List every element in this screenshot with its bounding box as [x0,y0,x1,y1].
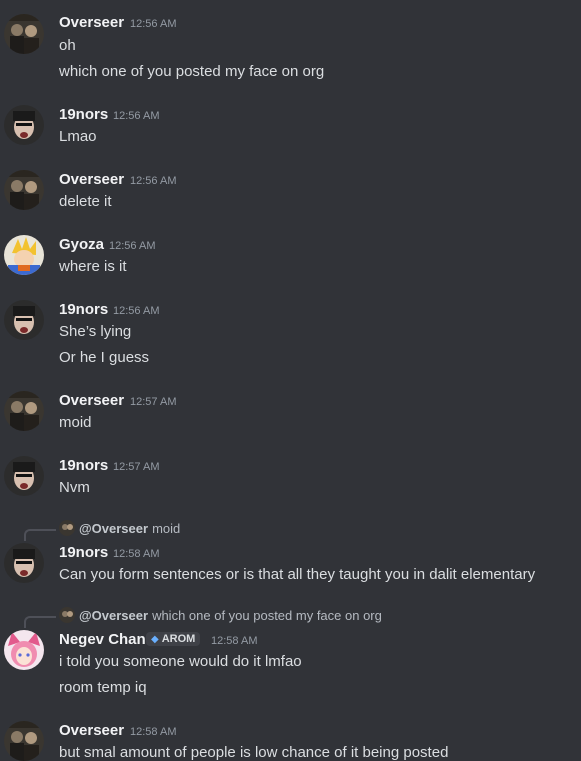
timestamp: 12:58 AM [113,548,160,560]
timestamp: 12:58 AM [211,635,258,647]
message-text: but smal amount of people is low chance … [59,744,449,761]
reply-avatar [59,520,75,536]
server-tag-badge[interactable]: ◆ AROM [146,632,201,646]
avatar-overseer[interactable] [4,170,44,210]
reply-preview[interactable]: @Overseer which one of you posted my fac… [59,607,382,623]
author-name[interactable]: 19nors [59,457,108,474]
timestamp: 12:56 AM [113,305,160,317]
timestamp: 12:56 AM [130,175,177,187]
reply-connector [24,529,56,541]
timestamp: 12:57 AM [130,396,177,408]
timestamp: 12:57 AM [113,461,160,473]
timestamp: 12:56 AM [113,110,160,122]
message-text: which one of you posted my face on org [59,63,325,80]
message-text: moid [59,414,92,431]
reply-preview[interactable]: @Overseer moid [59,520,180,536]
author-name[interactable]: 19nors [59,106,108,123]
message-text: She’s lying [59,323,132,340]
avatar-overseer[interactable] [4,721,44,761]
message-text: oh [59,37,76,54]
message-text: where is it [59,258,127,275]
message-text: i told you someone would do it lmfao [59,653,302,670]
timestamp: 12:56 AM [109,240,156,252]
avatar-negev-chan[interactable] [4,630,44,670]
message-text: Can you form sentences or is that all th… [59,566,536,583]
avatar-19nors[interactable] [4,543,44,583]
message-text: Lmao [59,128,97,145]
author-name[interactable]: Negev Chan [59,631,146,648]
message-text: room temp iq [59,679,147,696]
reply-author[interactable]: @Overseer [79,608,148,623]
message-text: Nvm [59,479,90,496]
avatar-overseer[interactable] [4,391,44,431]
badge-label: AROM [161,633,196,645]
author-name[interactable]: Overseer [59,722,124,739]
avatar-19nors[interactable] [4,456,44,496]
reply-avatar [59,607,75,623]
avatar-overseer[interactable] [4,14,44,54]
message-text: Or he I guess [59,349,150,366]
reply-connector [24,616,56,628]
avatar-gyoza[interactable] [4,235,44,275]
author-name[interactable]: 19nors [59,301,108,318]
timestamp: 12:56 AM [130,18,177,30]
avatar-19nors[interactable] [4,300,44,340]
author-name[interactable]: Gyoza [59,236,104,253]
reply-text: which one of you posted my face on org [152,607,382,623]
message-text: delete it [59,193,112,210]
author-name[interactable]: Overseer [59,392,124,409]
diamond-icon: ◆ [151,633,159,645]
reply-author[interactable]: @Overseer [79,521,148,536]
author-name[interactable]: Overseer [59,14,124,31]
author-name[interactable]: Overseer [59,171,124,188]
reply-text: moid [152,520,181,536]
avatar-19nors[interactable] [4,105,44,145]
timestamp: 12:58 AM [130,726,177,738]
author-name[interactable]: 19nors [59,544,108,561]
